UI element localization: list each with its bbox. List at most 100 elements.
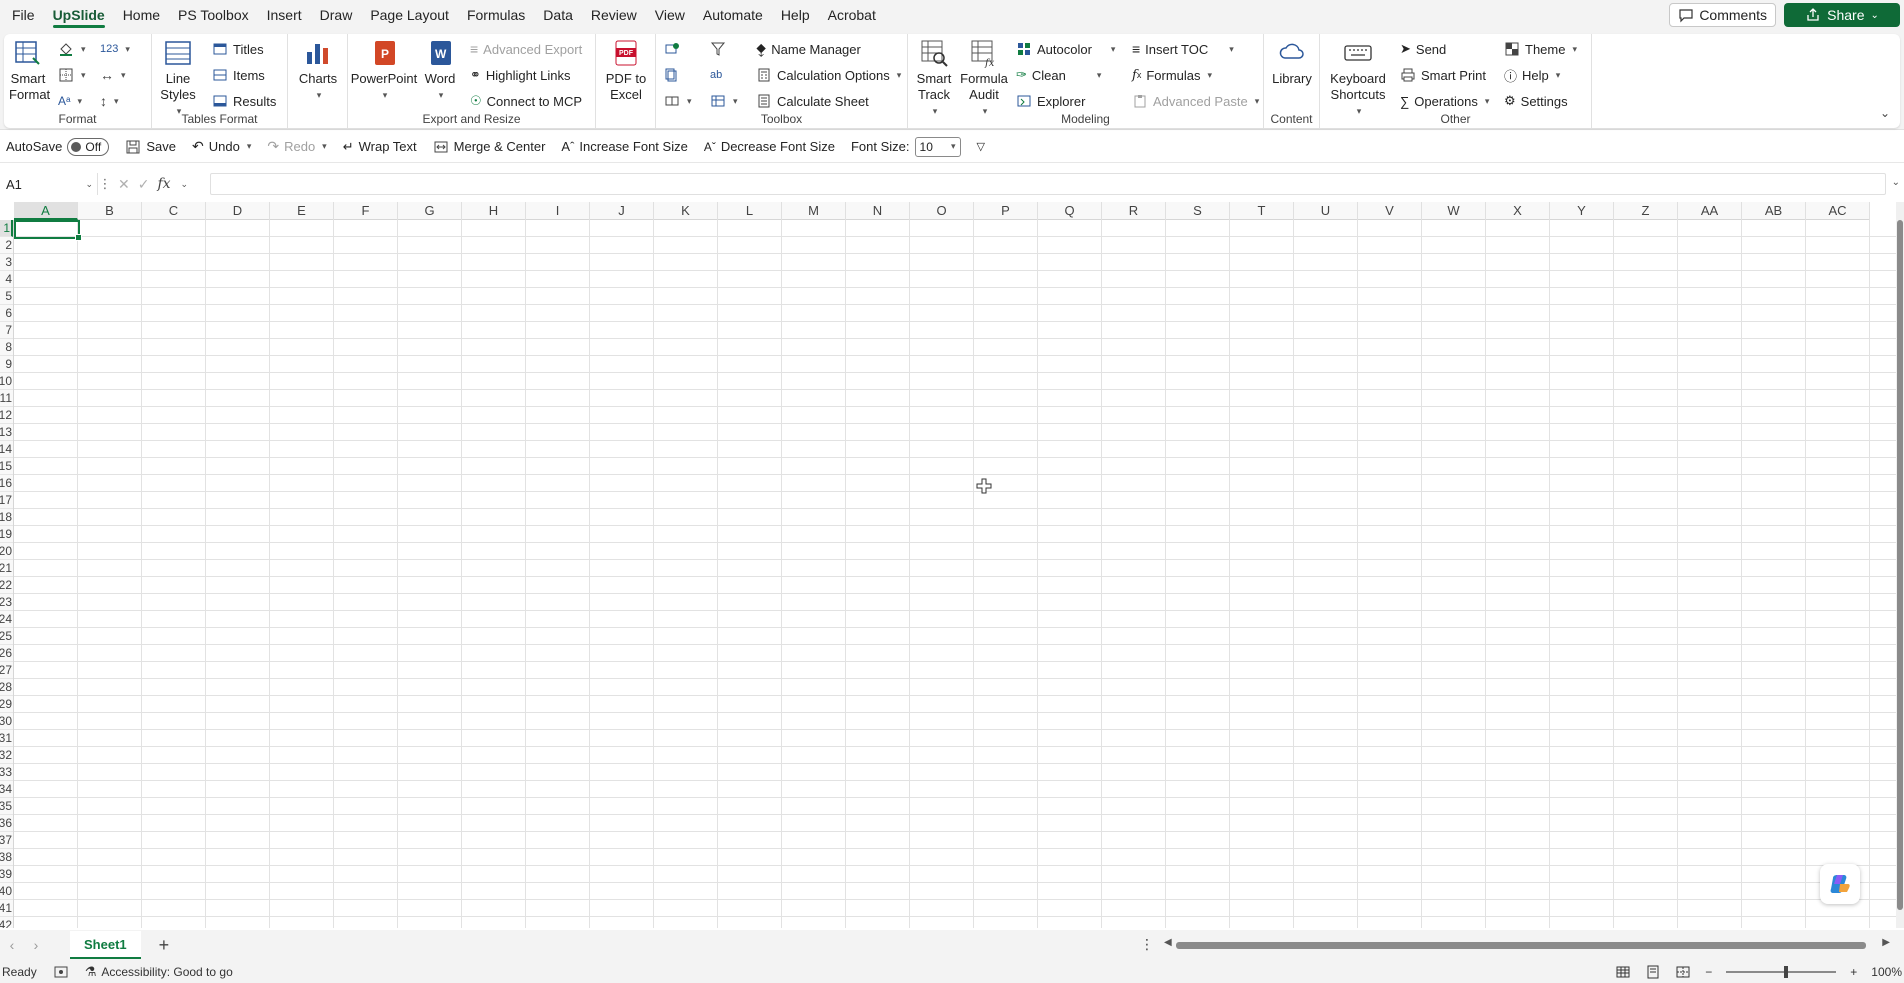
keyboard-shortcuts-button[interactable]: Keyboard Shortcuts ▾ [1324, 38, 1392, 119]
increase-font-button[interactable]: Aˆ Increase Font Size [553, 139, 695, 154]
page-break-view-icon[interactable] [1675, 964, 1691, 980]
row-header[interactable]: 33 [0, 764, 13, 781]
comments-button[interactable]: Comments [1669, 3, 1776, 27]
cancel-icon[interactable]: ✕ [118, 176, 130, 193]
collapse-ribbon-icon[interactable]: ⌄ [1880, 106, 1890, 120]
accessibility-status[interactable]: ⚗ Accessibility: Good to go [85, 964, 233, 980]
row-header[interactable]: 17 [0, 492, 13, 509]
formulas-button[interactable]: fx Formulas ▾ [1132, 64, 1212, 86]
sheet-tab-sheet1[interactable]: Sheet1 [70, 931, 141, 959]
row-header[interactable]: 12 [0, 407, 13, 424]
share-button[interactable]: Share ⌄ [1784, 3, 1900, 27]
powerpoint-button[interactable]: P PowerPoint ▾ [351, 38, 417, 103]
row-header[interactable]: 1 [0, 220, 13, 237]
library-button[interactable]: Library [1270, 38, 1314, 87]
tab-data[interactable]: Data [534, 0, 582, 30]
row-header[interactable]: 25 [0, 628, 13, 645]
column-header[interactable]: P [974, 202, 1038, 220]
undo-button[interactable]: ↶ Undo ▾ [184, 138, 259, 155]
fill-color-button[interactable]: ▾ [58, 38, 86, 60]
row-header[interactable]: 40 [0, 883, 13, 900]
row-header[interactable]: 18 [0, 509, 13, 526]
pdf-to-excel-button[interactable]: PDF PDF to Excel [602, 38, 650, 103]
row-height-button[interactable]: ↕ ▾ [100, 90, 119, 112]
redo-button[interactable]: ↷ Redo ▾ [259, 138, 334, 155]
column-header[interactable]: J [590, 202, 654, 220]
tab-home[interactable]: Home [114, 0, 169, 30]
formula-audit-button[interactable]: fx Formula Audit ▾ [960, 38, 1008, 119]
advanced-export-button[interactable]: ≡ Advanced Export [470, 38, 582, 60]
row-header[interactable]: 39 [0, 866, 13, 883]
horizontal-scroll-thumb[interactable] [1176, 942, 1866, 949]
row-header[interactable]: 11 [0, 390, 13, 407]
explorer-button[interactable]: Explorer [1016, 90, 1085, 112]
row-header[interactable]: 5 [0, 288, 13, 305]
row-header[interactable]: 3 [0, 254, 13, 271]
merge-center-button[interactable]: Merge & Center [425, 139, 554, 155]
column-header[interactable]: G [398, 202, 462, 220]
word-button[interactable]: W Word ▾ [420, 38, 460, 103]
row-header[interactable]: 30 [0, 713, 13, 730]
column-header[interactable]: S [1166, 202, 1230, 220]
zoom-level[interactable]: 100% [1871, 965, 1902, 979]
row-header[interactable]: 24 [0, 611, 13, 628]
row-header[interactable]: 15 [0, 458, 13, 475]
chevron-down-icon[interactable]: ⌄ [181, 179, 189, 190]
number-format-button[interactable]: 123 ▾ [100, 38, 130, 60]
table-options-button[interactable]: ▾ [710, 90, 738, 112]
active-cell[interactable] [14, 220, 82, 241]
column-header[interactable]: U [1294, 202, 1358, 220]
send-button[interactable]: ➤ Send [1400, 38, 1446, 60]
highlight-links-button[interactable]: ⚭ Highlight Links [470, 64, 570, 86]
column-header[interactable]: I [526, 202, 590, 220]
connect-mcp-button[interactable]: ☉ Connect to MCP [470, 90, 582, 112]
normal-view-icon[interactable] [1615, 964, 1631, 980]
row-header[interactable]: 23 [0, 594, 13, 611]
tab-page-layout[interactable]: Page Layout [361, 0, 458, 30]
scroll-split-icon[interactable]: ⋮ [1140, 936, 1154, 953]
scroll-left-icon[interactable]: ◀ [1164, 937, 1172, 948]
column-width-button[interactable]: ↔ ▾ [100, 64, 126, 86]
tab-view[interactable]: View [646, 0, 694, 30]
tab-draw[interactable]: Draw [311, 0, 362, 30]
name-manager-button[interactable]: ⧪ Name Manager [756, 38, 861, 60]
row-header[interactable]: 26 [0, 645, 13, 662]
column-header[interactable]: O [910, 202, 974, 220]
row-header[interactable]: 14 [0, 441, 13, 458]
formula-bar-divider-icon[interactable]: ⋮ [98, 176, 112, 192]
help-button[interactable]: ⓘ Help ▾ [1504, 64, 1560, 86]
font-style-button[interactable]: Aᵃ ▾ [58, 90, 82, 112]
column-header[interactable]: M [782, 202, 846, 220]
column-header[interactable]: Y [1550, 202, 1614, 220]
row-header[interactable]: 22 [0, 577, 13, 594]
row-header[interactable]: 7 [0, 322, 13, 339]
calc-options-button[interactable]: Calculation Options ▾ [756, 64, 901, 86]
autosave-toggle[interactable]: Off [67, 137, 110, 156]
zoom-slider[interactable] [1726, 965, 1837, 978]
autocolor-button[interactable]: Autocolor ▾ [1016, 38, 1115, 60]
group-rows-button[interactable]: ▾ [664, 90, 692, 112]
wrap-text-button[interactable]: ↵ Wrap Text [335, 139, 425, 155]
row-header[interactable]: 2 [0, 237, 13, 254]
column-header[interactable]: B [78, 202, 142, 220]
borders-button[interactable]: ▾ [58, 64, 86, 86]
smart-print-button[interactable]: Smart Print [1400, 64, 1486, 86]
column-header[interactable]: L [718, 202, 782, 220]
smart-format-button[interactable]: Smart Format [8, 38, 50, 103]
font-size-select[interactable]: 10 ▾ [914, 136, 961, 157]
tab-automate[interactable]: Automate [694, 0, 772, 30]
column-header[interactable]: Z [1614, 202, 1678, 220]
theme-button[interactable]: Theme ▾ [1504, 38, 1577, 60]
filter-button[interactable] [710, 38, 726, 60]
column-header[interactable]: Q [1038, 202, 1102, 220]
replace-button[interactable]: ab [710, 64, 722, 86]
row-header[interactable]: 28 [0, 679, 13, 696]
row-header[interactable]: 8 [0, 339, 13, 356]
row-header[interactable]: 36 [0, 815, 13, 832]
insert-toc-button[interactable]: ≡ Insert TOC ▾ [1132, 38, 1234, 60]
tab-acrobat[interactable]: Acrobat [819, 0, 885, 30]
prev-sheet-icon[interactable]: ‹ [0, 937, 24, 953]
scroll-right-icon[interactable]: ▶ [1882, 937, 1890, 948]
column-header[interactable]: K [654, 202, 718, 220]
tab-ps-toolbox[interactable]: PS Toolbox [169, 0, 258, 30]
